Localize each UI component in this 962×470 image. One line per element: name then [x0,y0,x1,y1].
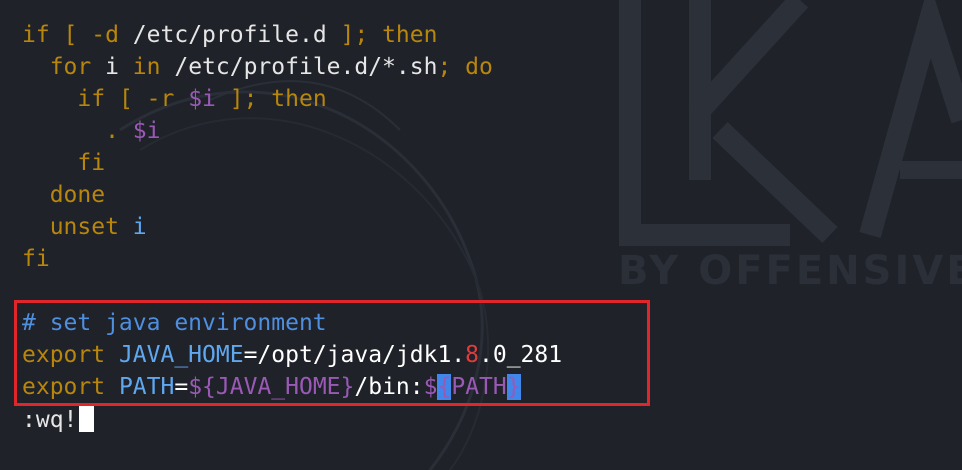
vim-command-line[interactable]: :wq! [22,404,95,436]
code-token: ]; [340,22,369,48]
code-token: ]; [215,86,258,112]
code-token: i [91,54,133,80]
command-text: :wq! [22,407,78,433]
code-token: if [22,22,50,48]
code-line: if [ -d /etc/profile.d ]; then [22,19,562,51]
watermark-tagline: BY OFFENSIVE [618,248,962,294]
code-line: unset i [22,211,562,243]
code-token: then [368,22,438,48]
code-token: -d [91,22,119,48]
code-token: -r [146,86,175,112]
code-token: $i [132,118,161,144]
code-token: /etc/profile.d [118,22,341,48]
code-token: done [22,182,106,208]
terminal-window[interactable]: BY OFFENSIVE if [ -d /etc/profile.d ]; t… [0,0,962,470]
code-line: fi [22,147,562,179]
code-token: unset [22,214,119,240]
code-token: fi [22,246,50,272]
code-line: for i in /etc/profile.d/*.sh; do [22,51,562,83]
code-token: in [132,54,161,80]
code-token: . [22,118,133,144]
code-token: ; do [437,54,493,80]
code-token: for [22,54,92,80]
code-token: fi [22,150,106,176]
code-line: . $i [22,115,562,147]
code-line: if [ -r $i ]; then [22,83,562,115]
code-token: [ [105,86,147,112]
code-token: [ [49,22,92,48]
annotation-highlight-box [14,300,650,406]
code-token: i [118,214,147,240]
code-token: if [22,86,106,112]
code-line: done [22,179,562,211]
code-token: then [257,86,327,112]
text-cursor [79,406,95,432]
code-token: /etc/profile.d/*.sh [160,54,438,80]
code-line: fi [22,243,562,275]
code-token: $i [188,86,216,112]
